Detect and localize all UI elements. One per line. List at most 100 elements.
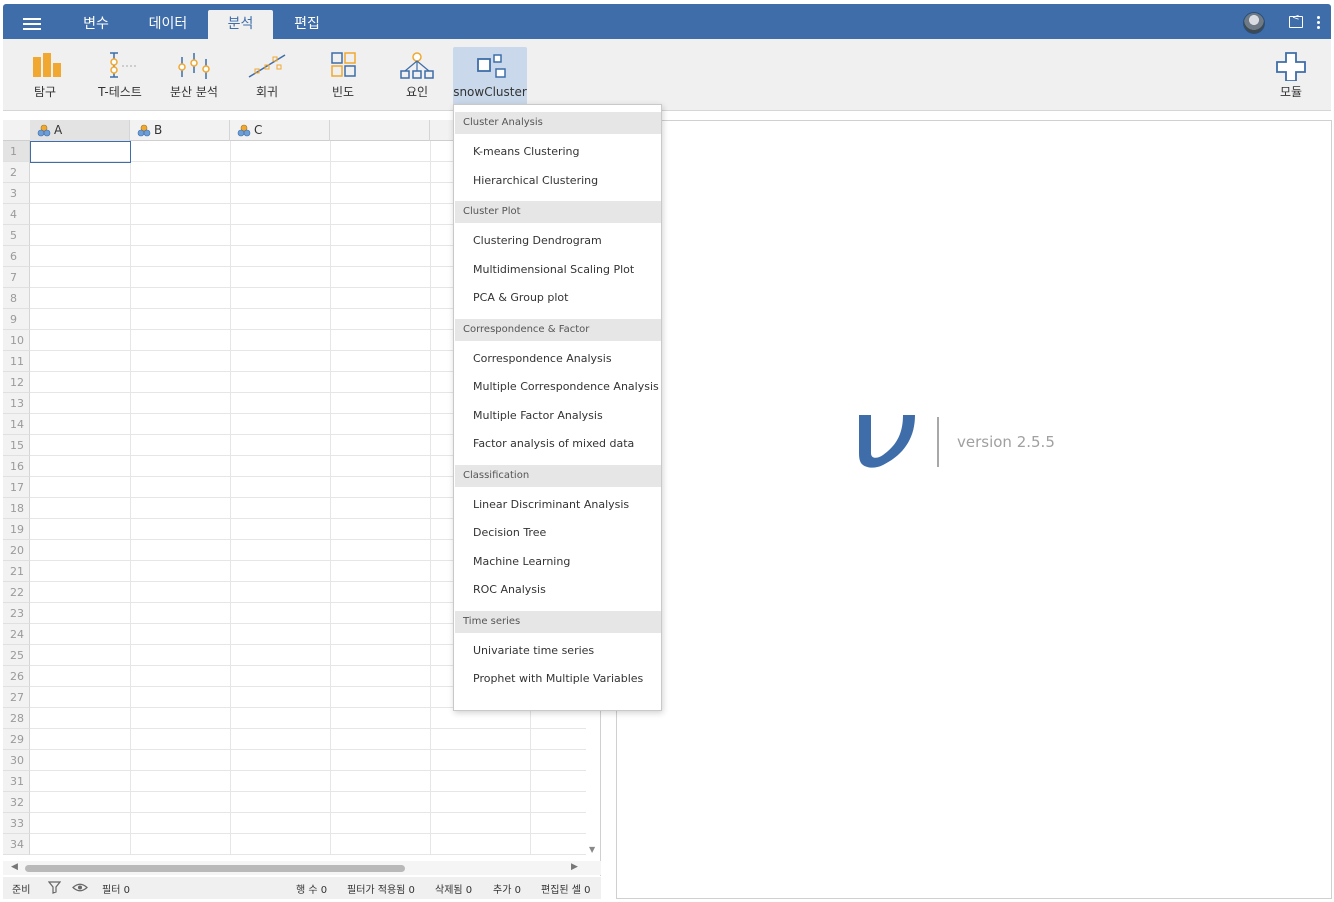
- scroll-left-arrow-icon[interactable]: ◀: [11, 862, 18, 872]
- menu-item[interactable]: Factor analysis of mixed data: [455, 431, 661, 457]
- jamovi-logo-icon: [859, 415, 915, 468]
- grid-line: [430, 141, 431, 855]
- menu-group-header: Time series: [455, 610, 661, 633]
- column-header-c[interactable]: C: [230, 120, 330, 141]
- row-number[interactable]: 20: [3, 540, 30, 561]
- tab-variables[interactable]: 변수: [70, 10, 122, 39]
- menu-item[interactable]: Univariate time series: [455, 638, 661, 664]
- top-bar: 변수 데이터 분석 편집: [3, 4, 1331, 39]
- tab-edit[interactable]: 편집: [279, 10, 335, 39]
- factor-button[interactable]: 요인: [391, 45, 443, 101]
- menu-item[interactable]: Prophet with Multiple Variables: [455, 666, 661, 692]
- menu-item[interactable]: Multiple Correspondence Analysis: [455, 374, 661, 400]
- row-number[interactable]: 28: [3, 708, 30, 729]
- menu-item[interactable]: Machine Learning: [455, 549, 661, 575]
- menu-item[interactable]: K-means Clustering: [455, 139, 661, 165]
- menu-item[interactable]: Multiple Factor Analysis: [455, 403, 661, 429]
- grid-line: [30, 770, 586, 771]
- row-number[interactable]: 31: [3, 771, 30, 792]
- row-number[interactable]: 2: [3, 162, 30, 183]
- scroll-right-arrow-icon[interactable]: ▶: [571, 862, 578, 872]
- regression-button[interactable]: 회귀: [241, 45, 293, 101]
- grid-line: [130, 141, 131, 855]
- row-number[interactable]: 23: [3, 603, 30, 624]
- menu-item[interactable]: ROC Analysis: [455, 577, 661, 603]
- row-number[interactable]: 8: [3, 288, 30, 309]
- menu-item[interactable]: Decision Tree: [455, 520, 661, 546]
- tab-analyses[interactable]: 분석: [208, 10, 273, 39]
- grid-line: [30, 791, 586, 792]
- t-test-button[interactable]: T-테스트: [91, 45, 149, 101]
- row-number[interactable]: 32: [3, 792, 30, 813]
- menu-item[interactable]: PCA & Group plot: [455, 285, 661, 311]
- row-number[interactable]: 30: [3, 750, 30, 771]
- grid-line: [30, 812, 586, 813]
- row-number[interactable]: 12: [3, 372, 30, 393]
- snowcluster-button[interactable]: snowCluster: [453, 47, 527, 105]
- filter-icon[interactable]: [48, 881, 61, 894]
- row-number[interactable]: 7: [3, 267, 30, 288]
- row-number[interactable]: 29: [3, 729, 30, 750]
- version-label: version 2.5.5: [957, 433, 1055, 451]
- row-number[interactable]: 6: [3, 246, 30, 267]
- user-avatar[interactable]: [1243, 12, 1265, 34]
- row-number[interactable]: 18: [3, 498, 30, 519]
- exploration-button[interactable]: 탐구: [17, 45, 73, 101]
- anova-button[interactable]: 분산 분석: [165, 45, 223, 101]
- menu-item[interactable]: Multidimensional Scaling Plot: [455, 257, 661, 283]
- row-number[interactable]: 17: [3, 477, 30, 498]
- status-row-count: 행 수 0: [296, 885, 328, 896]
- row-number[interactable]: 33: [3, 813, 30, 834]
- row-number[interactable]: 4: [3, 204, 30, 225]
- scroll-down-arrow-icon[interactable]: ▼: [589, 845, 599, 855]
- row-number[interactable]: 27: [3, 687, 30, 708]
- row-number[interactable]: 26: [3, 666, 30, 687]
- anova-icon: [178, 53, 210, 79]
- row-number[interactable]: 25: [3, 645, 30, 666]
- row-number[interactable]: 16: [3, 456, 30, 477]
- column-header-empty[interactable]: [330, 120, 430, 141]
- row-number[interactable]: 24: [3, 624, 30, 645]
- logo-divider: [937, 417, 939, 467]
- row-number[interactable]: 10: [3, 330, 30, 351]
- regression-icon: [248, 54, 286, 78]
- row-number[interactable]: 13: [3, 393, 30, 414]
- tab-data[interactable]: 데이터: [134, 10, 202, 39]
- grid-line: [30, 854, 586, 855]
- selected-cell-a1[interactable]: [30, 141, 131, 163]
- hamburger-menu-icon[interactable]: [23, 18, 41, 31]
- menu-item[interactable]: Hierarchical Clustering: [455, 168, 661, 194]
- row-number[interactable]: 19: [3, 519, 30, 540]
- frequency-grid-icon: [331, 52, 356, 77]
- row-number[interactable]: 1: [3, 141, 30, 162]
- row-number[interactable]: 5: [3, 225, 30, 246]
- more-options-icon[interactable]: [1317, 16, 1321, 30]
- grid-line: [30, 749, 586, 750]
- row-number[interactable]: 34: [3, 834, 30, 855]
- menu-item[interactable]: Linear Discriminant Analysis: [455, 492, 661, 518]
- cluster-icon: [477, 54, 506, 78]
- row-number[interactable]: 14: [3, 414, 30, 435]
- window-mode-icon[interactable]: [1289, 13, 1303, 28]
- eye-icon[interactable]: [72, 882, 88, 893]
- status-bar: 준비 필터 0 행 수 0 필터가 적용됨 0 삭제됨 0 추가 0 편집된 셀…: [3, 877, 601, 899]
- row-number[interactable]: 22: [3, 582, 30, 603]
- menu-group-header: Classification: [455, 464, 661, 487]
- row-number[interactable]: 9: [3, 309, 30, 330]
- row-number[interactable]: 3: [3, 183, 30, 204]
- scrollbar-thumb[interactable]: [25, 865, 405, 872]
- horizontal-scrollbar[interactable]: ◀ ▶: [3, 861, 601, 875]
- column-header-b[interactable]: B: [130, 120, 230, 141]
- row-number[interactable]: 11: [3, 351, 30, 372]
- menu-item[interactable]: Correspondence Analysis: [455, 346, 661, 372]
- row-number[interactable]: 15: [3, 435, 30, 456]
- nominal-variable-icon: [37, 124, 51, 137]
- row-number[interactable]: 21: [3, 561, 30, 582]
- column-header-a[interactable]: A: [30, 120, 130, 141]
- menu-item[interactable]: Clustering Dendrogram: [455, 228, 661, 254]
- factor-tree-icon: [400, 52, 434, 79]
- status-filtered-count: 필터가 적용됨 0: [347, 885, 415, 896]
- modules-button[interactable]: 모듈: [1269, 45, 1313, 101]
- grid-line: [330, 141, 331, 855]
- frequencies-button[interactable]: 빈도: [317, 45, 369, 101]
